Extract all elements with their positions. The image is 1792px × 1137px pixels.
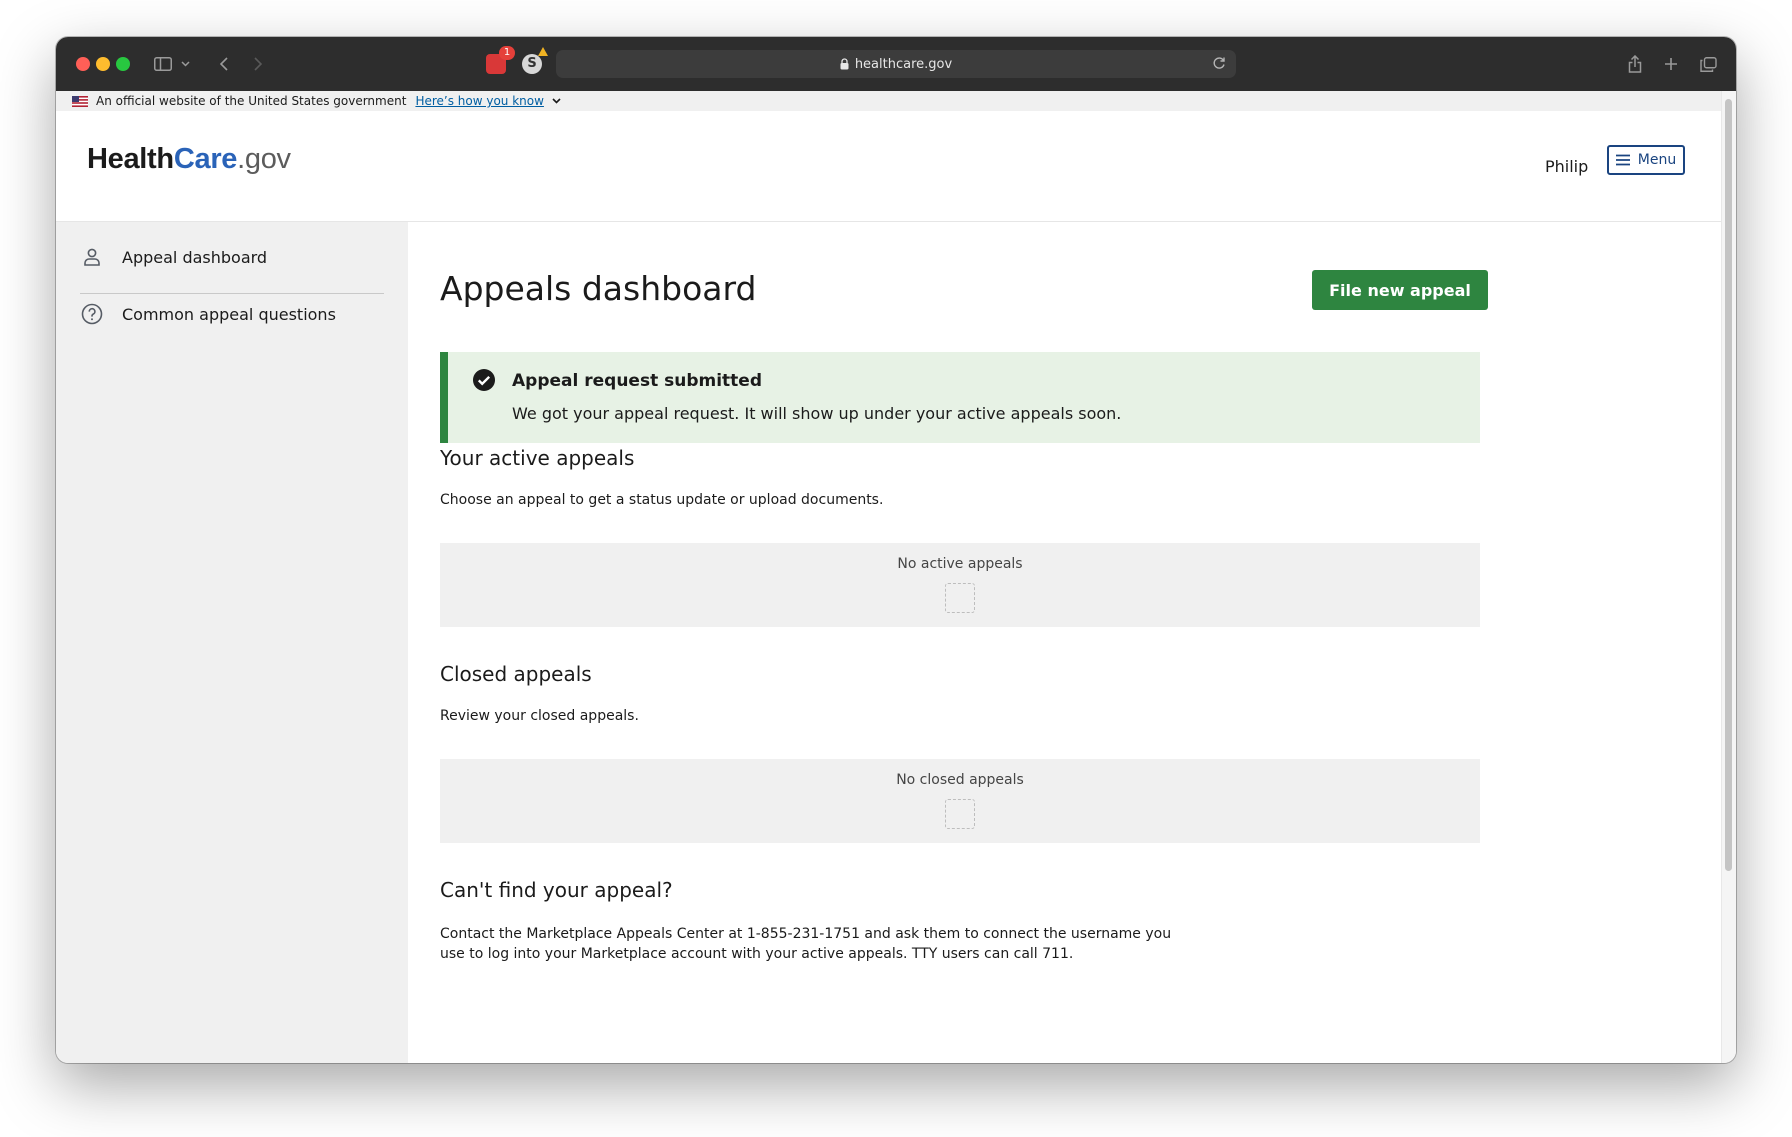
- sidebar-toggle-icon[interactable]: [152, 51, 174, 77]
- empty-placeholder-icon: [945, 799, 975, 829]
- back-arrow-icon[interactable]: [216, 51, 232, 77]
- gov-banner-text: An official website of the United States…: [96, 94, 407, 108]
- lock-icon: [840, 58, 849, 70]
- new-tab-icon[interactable]: [1662, 51, 1680, 77]
- forward-arrow-icon[interactable]: [250, 51, 266, 77]
- zoom-window-button[interactable]: [116, 57, 130, 71]
- logo-text-gov: .gov: [237, 143, 291, 175]
- menu-button[interactable]: Menu: [1607, 145, 1685, 175]
- browser-toolbar: 1 S healthcare.gov: [56, 37, 1736, 92]
- success-alert: Appeal request submitted We got your app…: [440, 352, 1480, 443]
- us-flag-icon: [72, 95, 88, 107]
- extension-badge: 1: [499, 46, 515, 60]
- tab-overview-icon[interactable]: [1698, 51, 1718, 77]
- chevron-down-icon[interactable]: [178, 51, 192, 77]
- address-bar[interactable]: healthcare.gov: [556, 50, 1236, 78]
- sidebar-nav: Appeal dashboard Common appeal questions: [56, 222, 408, 1063]
- hamburger-icon: [1615, 154, 1630, 166]
- empty-placeholder-icon: [945, 583, 975, 613]
- healthcare-gov-logo[interactable]: HealthCare.gov: [87, 143, 291, 176]
- extension-s-icon[interactable]: S: [522, 54, 542, 74]
- how-you-know-link[interactable]: Here’s how you know: [415, 94, 544, 108]
- sidebar-item-common-questions[interactable]: Common appeal questions: [80, 291, 384, 337]
- gov-banner: An official website of the United States…: [56, 91, 1722, 111]
- alert-body: We got your appeal request. It will show…: [512, 404, 1122, 423]
- active-appeals-description: Choose an appeal to get a status update …: [440, 492, 884, 508]
- closed-appeals-heading: Closed appeals: [440, 662, 592, 686]
- reload-icon[interactable]: [1212, 56, 1226, 75]
- sidebar-item-label: Common appeal questions: [122, 304, 336, 324]
- active-appeals-empty-state: No active appeals: [440, 543, 1480, 627]
- minimize-window-button[interactable]: [96, 57, 110, 71]
- cant-find-appeal-heading: Can't find your appeal?: [440, 878, 673, 902]
- logo-text-care: Care: [173, 143, 238, 175]
- check-circle-icon: [472, 368, 496, 396]
- browser-window: 1 S healthcare.gov An official website o…: [56, 37, 1736, 1063]
- warning-icon: [538, 47, 548, 56]
- url-text: healthcare.gov: [854, 56, 953, 72]
- closed-appeals-description: Review your closed appeals.: [440, 708, 639, 724]
- sidebar-item-label: Appeal dashboard: [122, 247, 268, 267]
- sidebar-item-appeal-dashboard[interactable]: Appeal dashboard: [80, 234, 384, 280]
- logo-text-health: Health: [87, 143, 174, 175]
- closed-appeals-empty-state: No closed appeals: [440, 759, 1480, 843]
- close-window-button[interactable]: [76, 57, 90, 71]
- page-title: Appeals dashboard: [440, 269, 757, 308]
- scrollbar-thumb[interactable]: [1725, 99, 1732, 871]
- site-header: HealthCare.gov Philip Menu: [56, 111, 1722, 222]
- empty-state-label: No active appeals: [897, 556, 1023, 572]
- empty-state-label: No closed appeals: [896, 772, 1024, 788]
- cant-find-appeal-text: Contact the Marketplace Appeals Center a…: [440, 926, 1172, 962]
- chevron-down-icon[interactable]: [552, 98, 561, 104]
- user-name: Philip: [1545, 157, 1589, 176]
- alert-title: Appeal request submitted: [512, 371, 763, 391]
- active-appeals-heading: Your active appeals: [440, 446, 635, 470]
- menu-label: Menu: [1637, 152, 1677, 168]
- person-icon: [80, 248, 104, 266]
- question-circle-icon: [80, 303, 104, 325]
- page-scrollbar[interactable]: [1721, 91, 1736, 1063]
- file-new-appeal-button[interactable]: File new appeal: [1312, 270, 1488, 310]
- share-icon[interactable]: [1626, 51, 1644, 77]
